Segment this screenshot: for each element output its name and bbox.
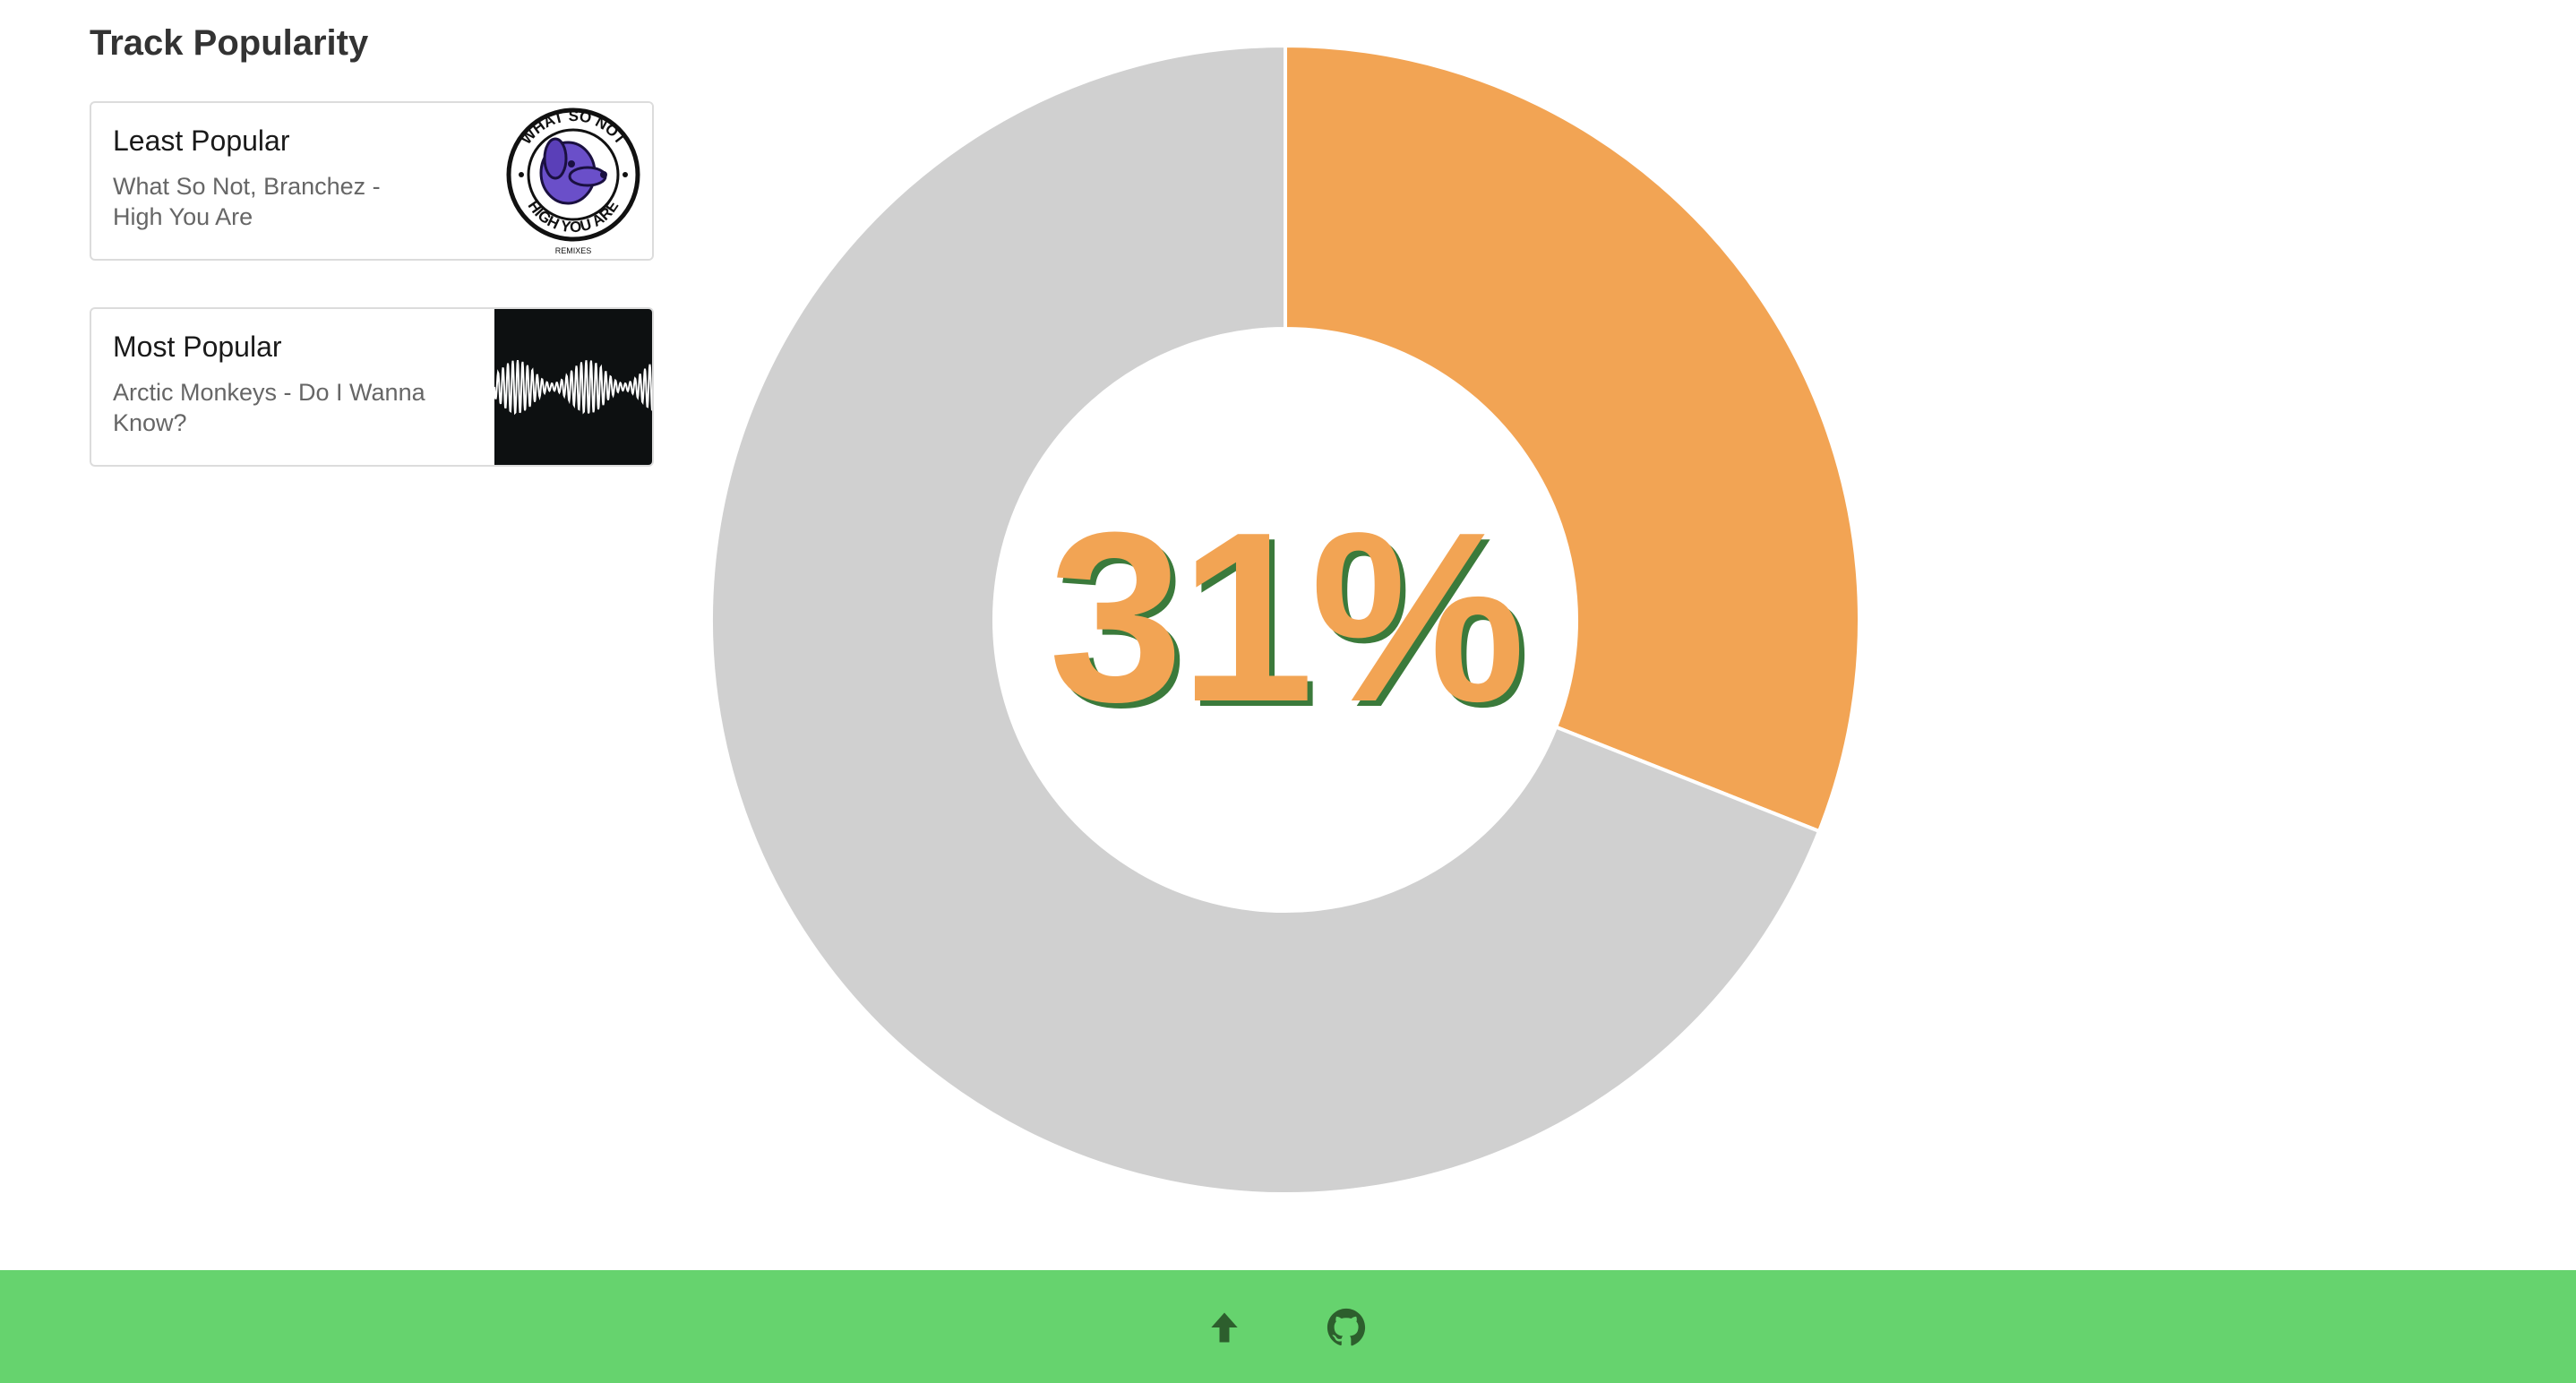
least-popular-label: Least Popular (113, 125, 290, 157)
most-popular-track: Arctic Monkeys - Do I Wanna Know? (113, 379, 425, 436)
popularity-percent-label: 31% (1048, 483, 1525, 752)
most-popular-label: Most Popular (113, 331, 282, 363)
page-title: Track Popularity (90, 23, 369, 63)
most-popular-card[interactable]: Most Popular Arctic Monkeys - Do I Wanna… (90, 307, 654, 467)
what-so-not-album-art-icon: WHAT SO NOT HIGH YOU ARE REMIXES (494, 103, 652, 259)
arctic-monkeys-soundwave-art-icon (494, 309, 652, 465)
least-popular-card[interactable]: Least Popular What So Not, Branchez - Hi… (90, 101, 654, 261)
arrow-up-icon[interactable] (1205, 1308, 1244, 1347)
github-icon[interactable] (1327, 1308, 1366, 1347)
svg-text:REMIXES: REMIXES (555, 246, 592, 255)
footer (0, 1270, 2576, 1383)
least-popular-track: What So Not, Branchez - High You Are (113, 173, 381, 230)
